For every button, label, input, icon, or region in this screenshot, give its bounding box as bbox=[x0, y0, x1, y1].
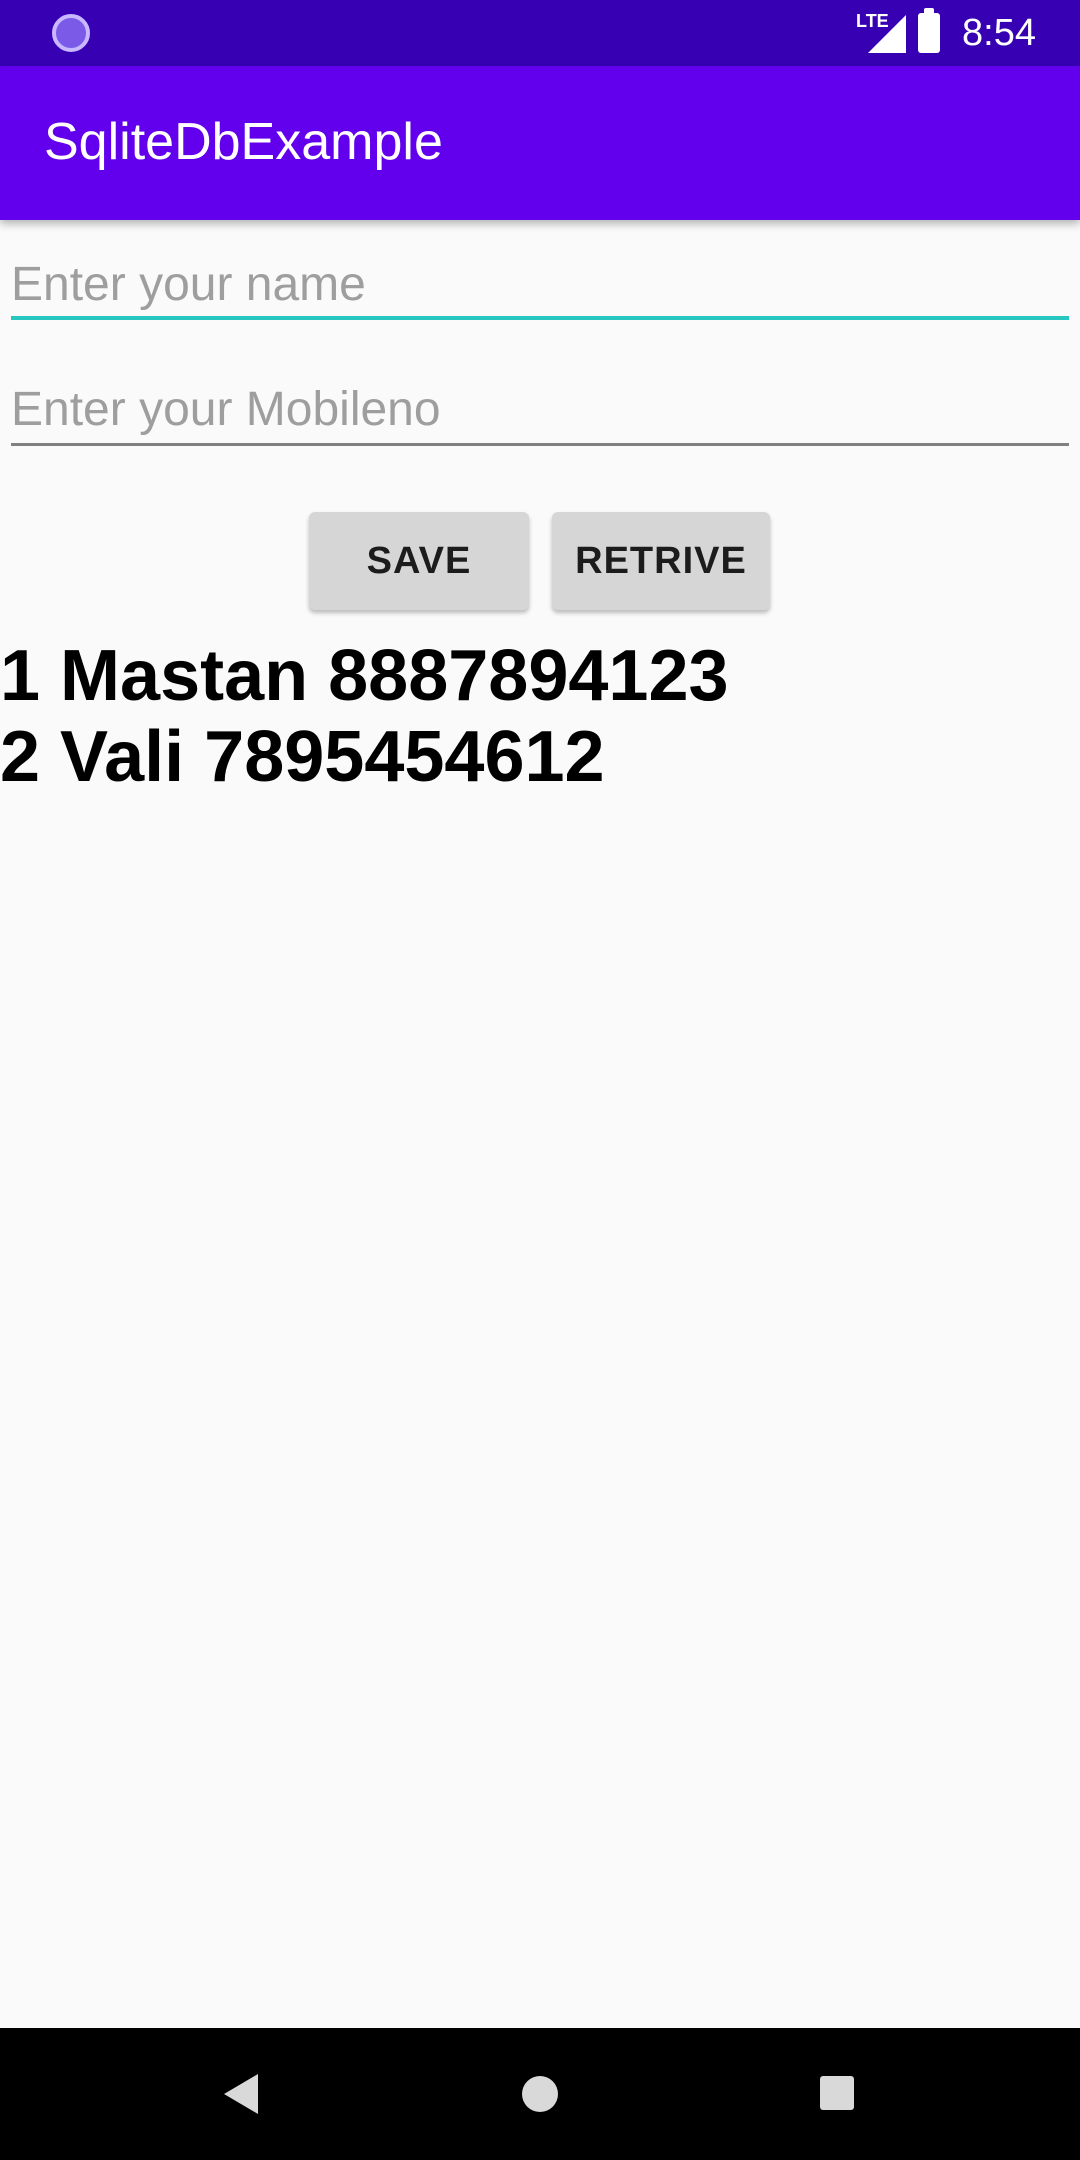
app-notification-icon bbox=[52, 14, 90, 52]
navigation-bar bbox=[0, 2028, 1080, 2160]
result-row: 2 Vali 7895454612 bbox=[0, 717, 605, 797]
result-row: 1 Mastan 8887894123 bbox=[0, 636, 729, 716]
app-bar: SqliteDbExample bbox=[0, 66, 1080, 220]
recents-icon[interactable] bbox=[820, 2076, 854, 2110]
app-title: SqliteDbExample bbox=[44, 113, 443, 171]
back-icon[interactable] bbox=[224, 2074, 258, 2114]
status-icons: LTE 8:54 bbox=[856, 0, 1036, 66]
retrive-button[interactable]: RETRIVE bbox=[552, 512, 770, 610]
results-list: 1 Mastan 8887894123 2 Vali 7895454612 bbox=[0, 636, 1080, 798]
lte-signal-icon: LTE bbox=[856, 11, 907, 53]
mobile-input[interactable] bbox=[11, 376, 1069, 446]
signal-strength-icon bbox=[868, 15, 907, 53]
name-input[interactable] bbox=[11, 252, 1069, 320]
home-icon[interactable] bbox=[522, 2076, 558, 2112]
battery-icon bbox=[918, 8, 941, 53]
status-bar: LTE 8:54 bbox=[0, 0, 1080, 66]
save-button[interactable]: SAVE bbox=[309, 512, 529, 610]
status-time: 8:54 bbox=[962, 11, 1036, 54]
